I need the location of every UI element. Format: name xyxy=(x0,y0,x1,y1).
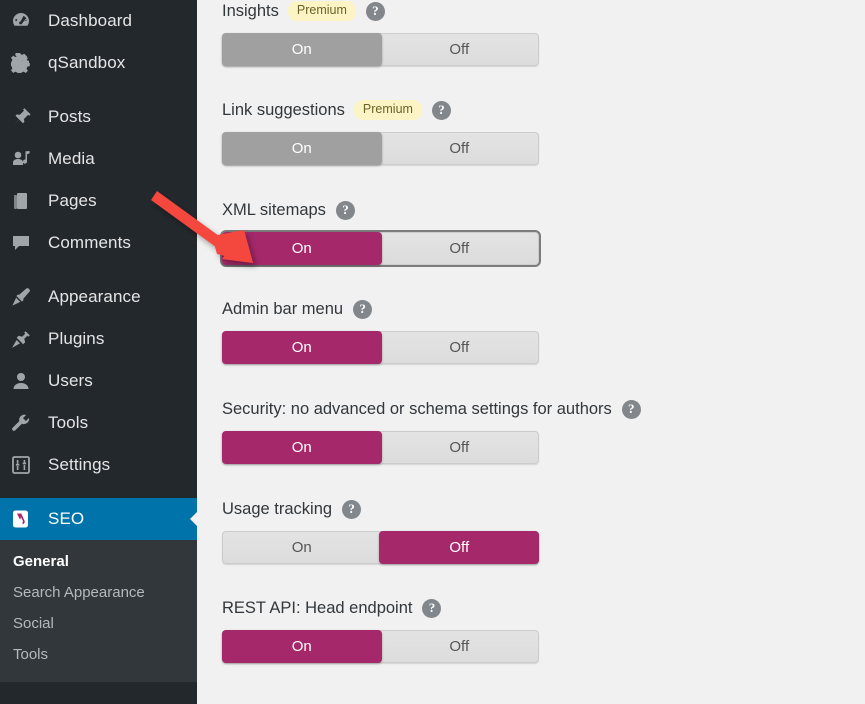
toggle-option-on[interactable]: On xyxy=(223,34,381,65)
media-icon xyxy=(11,148,41,170)
help-icon[interactable]: ? xyxy=(335,200,355,220)
sidebar-item-posts[interactable]: Posts xyxy=(0,96,197,138)
sidebar-separator xyxy=(0,84,197,96)
wrench-icon xyxy=(11,412,41,434)
sidebar-item-label: Appearance xyxy=(48,287,141,306)
wordpress-admin-screen: Dashboard qSandbox Posts Media Pages Comments… xyxy=(0,0,865,704)
sidebar-item-label: Dashboard xyxy=(48,11,133,30)
sidebar-item-users[interactable]: Users xyxy=(0,360,197,402)
submenu-item-search-appearance[interactable]: Search Appearance xyxy=(0,577,197,608)
admin-menu-list: Dashboard qSandbox Posts Media Pages Comments… xyxy=(0,0,197,540)
sidebar-item-plugins[interactable]: Plugins xyxy=(0,318,197,360)
setting-xml-sitemaps: XML sitemaps? On Off xyxy=(220,199,541,267)
sidebar-item-qsandbox[interactable]: qSandbox xyxy=(0,42,197,84)
sidebar-item-label: Plugins xyxy=(48,329,105,348)
sidebar-item-pages[interactable]: Pages xyxy=(0,180,197,222)
setting-label-row: Security: no advanced or schema settings… xyxy=(222,398,641,420)
sidebar-item-label: Posts xyxy=(48,107,92,126)
setting-label-row: Insights Premium? xyxy=(222,0,539,22)
toggle-option-on[interactable]: On xyxy=(223,332,381,363)
setting-label-row: Usage tracking? xyxy=(222,498,539,520)
submenu-item-social[interactable]: Social xyxy=(0,608,197,639)
sidebar-item-dashboard[interactable]: Dashboard xyxy=(0,0,197,42)
setting-label-row: Admin bar menu? xyxy=(222,298,539,320)
setting-label: Admin bar menu xyxy=(222,299,344,318)
sidebar-item-appearance[interactable]: Appearance xyxy=(0,276,197,318)
sidebar-item-seo[interactable]: SEO xyxy=(0,498,197,540)
sidebar-item-label: Comments xyxy=(48,233,131,252)
toggle-option-on[interactable]: On xyxy=(223,133,381,164)
sidebar-item-label: Users xyxy=(48,371,93,390)
sidebar-item-label: SEO xyxy=(48,509,85,528)
setting-insights: Insights Premium? On Off xyxy=(222,0,539,66)
toggle-option-off[interactable]: Off xyxy=(381,332,539,363)
sidebar-item-label: Pages xyxy=(48,191,97,210)
sidebar-separator xyxy=(0,486,197,498)
dashboard-icon xyxy=(11,10,41,32)
toggle-option-off[interactable]: Off xyxy=(381,432,539,463)
setting-label-row: XML sitemaps? xyxy=(222,199,539,221)
setting-label: XML sitemaps xyxy=(222,200,326,219)
help-icon[interactable]: ? xyxy=(621,399,641,419)
setting-usage-tracking: Usage tracking? On Off xyxy=(222,498,539,564)
help-icon[interactable]: ? xyxy=(342,499,362,519)
toggle-option-on[interactable]: On xyxy=(223,233,381,264)
toggle-option-off[interactable]: Off xyxy=(381,631,539,662)
toggle-link-suggestions[interactable]: On Off xyxy=(222,132,539,165)
toggle-xml-sitemaps[interactable]: On Off xyxy=(220,230,541,267)
premium-badge: Premium xyxy=(353,100,422,120)
toggle-option-on[interactable]: On xyxy=(223,631,381,662)
sidebar-item-tools[interactable]: Tools xyxy=(0,402,197,444)
setting-label: Link suggestions xyxy=(222,100,345,119)
toggle-option-off[interactable]: Off xyxy=(381,532,539,563)
submenu-item-tools[interactable]: Tools xyxy=(0,639,197,670)
toggle-security-no-advanced-or-schema-settings-for-authors[interactable]: On Off xyxy=(222,431,539,464)
help-icon[interactable]: ? xyxy=(422,598,442,618)
gear-icon xyxy=(11,52,41,74)
setting-security-no-advanced-or-schema-settings-for-authors: Security: no advanced or schema settings… xyxy=(222,398,641,464)
toggle-insights[interactable]: On Off xyxy=(222,33,539,66)
setting-link-suggestions: Link suggestions Premium? On Off xyxy=(222,99,539,165)
setting-label: REST API: Head endpoint xyxy=(222,598,413,617)
setting-rest-api-head-endpoint: REST API: Head endpoint? On Off xyxy=(222,597,539,663)
toggle-option-off[interactable]: Off xyxy=(381,133,539,164)
settings-panel: Insights Premium? On Off Link suggestions Pre… xyxy=(197,0,865,704)
setting-label: Usage tracking xyxy=(222,499,333,518)
yoast-logo-icon xyxy=(11,508,41,530)
sliders-icon xyxy=(11,454,41,476)
setting-label-row: Link suggestions Premium? xyxy=(222,99,539,121)
setting-admin-bar-menu: Admin bar menu? On Off xyxy=(222,298,539,364)
paintbrush-icon xyxy=(11,286,41,308)
toggle-rest-api-head-endpoint[interactable]: On Off xyxy=(222,630,539,663)
plug-icon xyxy=(11,328,41,350)
sidebar-item-comments[interactable]: Comments xyxy=(0,222,197,264)
help-icon[interactable]: ? xyxy=(353,299,373,319)
seo-submenu: General Search Appearance Social Tools xyxy=(0,540,197,682)
sidebar-item-label: Media xyxy=(48,149,95,168)
toggle-option-on[interactable]: On xyxy=(223,432,381,463)
sidebar-separator xyxy=(0,264,197,276)
setting-label-row: REST API: Head endpoint? xyxy=(222,597,539,619)
setting-label: Insights xyxy=(222,1,279,20)
setting-label: Security: no advanced or schema settings… xyxy=(222,399,612,418)
premium-badge: Premium xyxy=(287,1,356,21)
sidebar-item-label: Settings xyxy=(48,455,111,474)
user-icon xyxy=(11,370,41,392)
help-icon[interactable]: ? xyxy=(431,100,451,120)
toggle-usage-tracking[interactable]: On Off xyxy=(222,531,539,564)
toggle-option-off[interactable]: Off xyxy=(381,233,539,264)
sidebar-item-settings[interactable]: Settings xyxy=(0,444,197,486)
sidebar-item-media[interactable]: Media xyxy=(0,138,197,180)
pin-icon xyxy=(11,106,41,128)
submenu-item-general[interactable]: General xyxy=(0,546,197,577)
toggle-admin-bar-menu[interactable]: On Off xyxy=(222,331,539,364)
comment-icon xyxy=(11,232,41,254)
toggle-option-on[interactable]: On xyxy=(223,532,381,563)
pages-icon xyxy=(11,190,41,212)
help-icon[interactable]: ? xyxy=(365,1,385,21)
toggle-option-off[interactable]: Off xyxy=(381,34,539,65)
sidebar-item-label: qSandbox xyxy=(48,53,126,72)
admin-sidebar: Dashboard qSandbox Posts Media Pages Comments… xyxy=(0,0,197,704)
sidebar-item-label: Tools xyxy=(48,413,89,432)
